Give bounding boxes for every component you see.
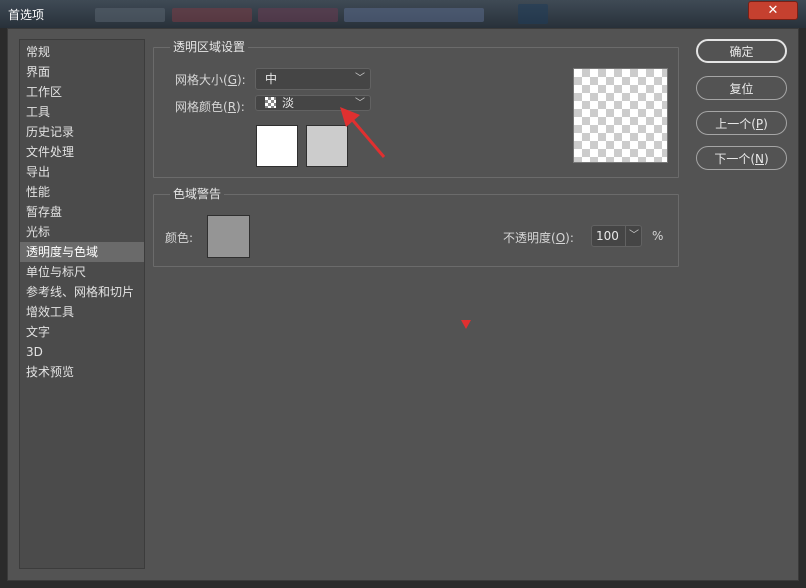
opacity-input[interactable]: 100 ﹀ <box>591 225 642 247</box>
close-button[interactable]: ✕ <box>748 1 798 20</box>
grid-color-value: 淡 <box>282 96 295 110</box>
reset-button[interactable]: 复位 <box>696 76 787 100</box>
transparency-group-title: 透明区域设置 <box>170 40 249 54</box>
gamut-color-label: 颜色: <box>165 231 194 245</box>
transparency-settings-group: 透明区域设置 网格大小(G): 中 ﹀ 网格颜色(R): 淡 ﹀ <box>153 40 679 178</box>
checker-swatch-icon <box>265 97 276 108</box>
reset-button-label: 复位 <box>729 81 754 96</box>
sidebar-item-guides-grid-slices[interactable]: 参考线、网格和切片 <box>20 282 144 302</box>
sidebar-item-general[interactable]: 常规 <box>20 42 144 62</box>
background-taskbar-item <box>95 8 165 22</box>
window-title: 首选项 <box>8 8 45 22</box>
grid-size-label: 网格大小(G): <box>175 71 246 88</box>
sidebar-item-scratch-disks[interactable]: 暂存盘 <box>20 202 144 222</box>
sidebar-item-3d[interactable]: 3D <box>20 342 144 362</box>
sidebar-item-units-rulers[interactable]: 单位与标尺 <box>20 262 144 282</box>
gamut-warning-group: 色域警告 颜色: 不透明度(O): 100 ﹀ % <box>153 187 679 267</box>
grid-size-value: 中 <box>265 72 278 86</box>
grid-color-1-swatch[interactable] <box>256 125 298 167</box>
next-shortcut-key: N <box>755 151 764 166</box>
title-bar: 首选项 ✕ <box>0 0 806 28</box>
sidebar-item-export[interactable]: 导出 <box>20 162 144 182</box>
grid-size-label-suffix: ): <box>237 73 246 87</box>
category-list[interactable]: 常规 界面 工作区 工具 历史记录 文件处理 导出 性能 暂存盘 光标 透明度与… <box>19 39 145 569</box>
previous-label-text: 上一个( <box>715 116 756 131</box>
opacity-label: 不透明度(O): <box>503 229 574 246</box>
sidebar-item-interface[interactable]: 界面 <box>20 62 144 82</box>
opacity-shortcut-key: O <box>555 231 566 245</box>
sidebar-item-type[interactable]: 文字 <box>20 322 144 342</box>
sidebar-item-tools[interactable]: 工具 <box>20 102 144 122</box>
ok-button[interactable]: 确定 <box>696 39 787 63</box>
grid-size-select[interactable]: 中 ﹀ <box>255 68 371 90</box>
previous-button[interactable]: 上一个(P) <box>696 111 787 135</box>
sidebar-item-cursors[interactable]: 光标 <box>20 222 144 242</box>
previous-label-suffix: ) <box>763 116 768 131</box>
opacity-value: 100 <box>596 229 619 243</box>
ok-button-label: 确定 <box>729 44 754 59</box>
background-taskbar-item <box>344 8 484 22</box>
previous-button-label: 上一个(P) <box>715 115 768 132</box>
preferences-dialog: 常规 界面 工作区 工具 历史记录 文件处理 导出 性能 暂存盘 光标 透明度与… <box>7 28 799 581</box>
red-triangle-marker-icon <box>461 320 471 329</box>
opacity-label-text: 不透明度( <box>503 231 556 245</box>
transparency-preview <box>573 68 668 163</box>
close-icon: ✕ <box>767 3 779 18</box>
chevron-down-icon: ﹀ <box>355 73 365 84</box>
sidebar-item-transparency-gamut[interactable]: 透明度与色域 <box>20 242 144 262</box>
opacity-unit: % <box>652 229 664 243</box>
next-label-text: 下一个( <box>714 151 755 166</box>
background-taskbar-item <box>258 8 338 22</box>
background-app-icon <box>518 4 548 24</box>
sidebar-item-workspace[interactable]: 工作区 <box>20 82 144 102</box>
grid-color-label-suffix: ): <box>236 100 245 114</box>
gamut-color-swatch[interactable] <box>207 215 250 258</box>
grid-color-label-text: 网格颜色( <box>175 100 228 114</box>
background-taskbar-item <box>172 8 252 22</box>
sidebar-item-plugins[interactable]: 增效工具 <box>20 302 144 322</box>
sidebar-item-file-handling[interactable]: 文件处理 <box>20 142 144 162</box>
grid-color-shortcut-key: R <box>227 100 237 114</box>
sidebar-item-history-log[interactable]: 历史记录 <box>20 122 144 142</box>
next-button-label: 下一个(N) <box>714 150 768 167</box>
gamut-group-title: 色域警告 <box>170 187 225 201</box>
grid-size-label-text: 网格大小( <box>175 73 228 87</box>
next-button[interactable]: 下一个(N) <box>696 146 787 170</box>
opacity-label-suffix: ): <box>565 231 574 245</box>
sidebar-item-technology-previews[interactable]: 技术预览 <box>20 362 144 382</box>
grid-color-label: 网格颜色(R): <box>175 98 245 115</box>
chevron-down-icon[interactable]: ﹀ <box>625 226 639 246</box>
grid-size-shortcut-key: G <box>227 73 237 87</box>
sidebar-item-performance[interactable]: 性能 <box>20 182 144 202</box>
next-label-suffix: ) <box>763 151 769 166</box>
annotation-arrow-icon <box>340 107 386 158</box>
